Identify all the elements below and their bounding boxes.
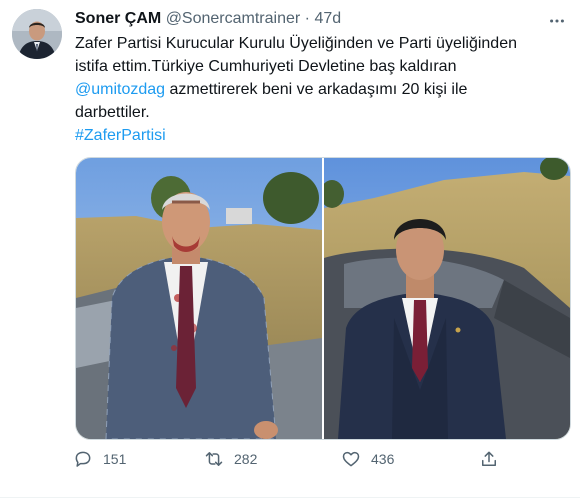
tweet-text-line-1: Zafer Partisi Kurucular Kurulu Üyeliğind… [75,35,517,52]
retweet-icon [205,452,223,466]
hashtag-link[interactable]: #ZaferPartisi [75,127,166,144]
reply-icon [75,451,91,467]
author-handle[interactable]: @Sonercamtrainer [166,10,301,27]
author-name[interactable]: Soner ÇAM [75,10,161,27]
tweet-card: Soner ÇAM @Sonercamtrainer · 47d Zafer P… [0,0,580,498]
like-button[interactable]: 436 [341,449,394,469]
photo-right-image [324,158,570,439]
tweet-text-line-4: darbettiler. [75,104,150,121]
avatar[interactable] [12,9,62,59]
tweet-actions: 151 282 436 [73,449,513,473]
share-icon [482,451,496,466]
mention-link[interactable]: @umitozdag [75,81,165,98]
photo-left-image [76,158,322,439]
separator-dot: · [304,10,310,27]
like-count: 436 [371,451,395,467]
retweet-button[interactable]: 282 [204,449,257,469]
tweet-media [75,157,571,440]
tweet-time[interactable]: 47d [314,10,341,27]
media-photo-left[interactable] [76,158,322,439]
heart-icon [342,451,360,467]
tweet-header: Soner ÇAM @Sonercamtrainer · 47d [75,9,540,29]
reply-button[interactable]: 151 [73,449,126,469]
retweet-count: 282 [234,451,258,467]
tweet-text-line-3: @umitozdag azmettirerek beni ve arkadaşı… [75,78,565,101]
reply-count: 151 [103,451,127,467]
tweet-text-line-5: #ZaferPartisi [75,124,565,147]
tweet-text-line-2: istifa ettim.Türkiye Cumhuriyeti Devleti… [75,58,457,75]
share-button[interactable] [479,449,499,469]
media-photo-right[interactable] [324,158,570,439]
more-options-icon[interactable] [546,10,568,32]
tweet-text: Zafer Partisi Kurucular Kurulu Üyeliğind… [75,32,565,147]
tweet-text-line-3-rest: azmettirerek beni ve arkadaşımı 20 kişi … [165,81,468,98]
more-options-icon-glyph [550,19,564,23]
avatar-image [12,9,62,59]
